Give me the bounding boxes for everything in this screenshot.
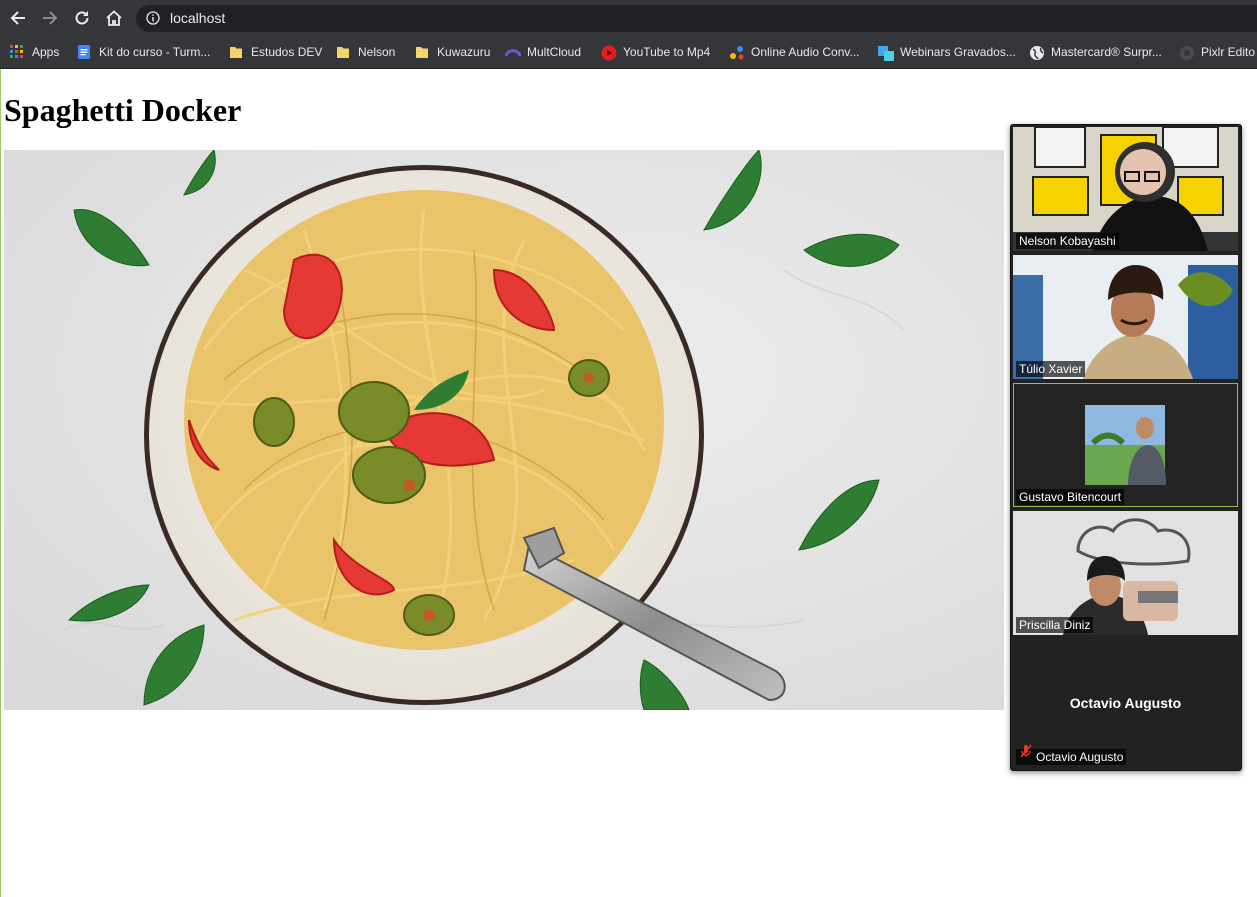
participant-tile[interactable]: Priscilla Diniz (1013, 511, 1238, 635)
multcloud-icon (504, 45, 522, 59)
home-icon[interactable] (104, 8, 124, 28)
bookmark-label: Nelson (358, 45, 396, 59)
bookmark-pixlr-editor[interactable]: Pixlr Edito (1179, 36, 1255, 68)
participant-tile[interactable]: Nelson Kobayashi (1013, 127, 1238, 251)
pixlr-icon (1179, 45, 1194, 60)
bookmark-estudos-dev[interactable]: Estudos DEV (229, 36, 322, 68)
url-text: localhost (170, 10, 226, 26)
bookmark-label: MultCloud (527, 45, 582, 59)
participant-name-label: Túlio Xavier (1016, 361, 1086, 377)
reload-icon[interactable] (72, 8, 92, 28)
bookmark-label: Apps (32, 45, 60, 59)
page-title: Spaghetti Docker (4, 92, 242, 128)
bookmark-label: Pixlr Edito (1201, 45, 1256, 59)
bookmark-label: Estudos DEV (251, 45, 323, 59)
google-docs-icon (77, 45, 91, 59)
bookmarks-bar: Apps Kit do curso - Turm... Estudos DEV … (0, 36, 1257, 69)
bookmark-mastercard[interactable]: Mastercard® Surpr... (1029, 36, 1162, 68)
bookmark-label: YouTube to Mp4 (623, 45, 711, 59)
microphone-muted-icon (1020, 744, 1032, 763)
bookmark-nelson[interactable]: Nelson (336, 36, 395, 68)
apps-grid-icon (10, 45, 24, 59)
video-call-panel[interactable]: Nelson Kobayashi Túlio Xavier Gustavo Bi… (1010, 124, 1242, 771)
address-bar[interactable]: localhost (136, 5, 1257, 32)
browser-toolbar: localhost (0, 0, 1257, 36)
youtube-converter-icon (601, 45, 617, 61)
folder-icon (336, 45, 350, 59)
webinar-icon (878, 45, 894, 61)
bookmark-kit-do-curso[interactable]: Kit do curso - Turm... (77, 36, 210, 68)
forward-arrow-icon[interactable] (40, 8, 60, 28)
participant-name-label: Gustavo Bitencourt (1016, 489, 1125, 505)
folder-icon (229, 45, 243, 59)
participant-name-label: Octavio Augusto (1016, 749, 1127, 765)
bookmark-multcloud[interactable]: MultCloud (504, 36, 582, 68)
bookmark-label: Kuwazuru (437, 45, 491, 59)
participant-tile-active-speaker[interactable]: Gustavo Bitencourt (1013, 383, 1238, 507)
bookmark-apps[interactable]: Apps (10, 36, 59, 68)
participant-tile[interactable]: Túlio Xavier (1013, 255, 1238, 379)
site-info-icon[interactable] (146, 11, 160, 30)
bookmark-youtube-to-mp4[interactable]: YouTube to Mp4 (601, 36, 710, 68)
participant-tile-video-off[interactable]: Octavio Augusto Octavio Augusto (1013, 639, 1238, 767)
participant-name-label: Priscilla Diniz (1016, 617, 1094, 633)
globe-icon (1029, 45, 1044, 60)
bookmark-label: Webinars Gravados... (900, 45, 1016, 59)
bookmark-webinars-gravados[interactable]: Webinars Gravados... (878, 36, 1016, 68)
bookmark-online-audio-conv[interactable]: Online Audio Conv... (729, 36, 860, 68)
spaghetti-plate-image (4, 150, 1004, 710)
bookmark-label: Online Audio Conv... (751, 45, 860, 59)
participant-display-name: Octavio Augusto (1069, 695, 1182, 711)
bookmark-label: Mastercard® Surpr... (1051, 45, 1162, 59)
audio-converter-icon (729, 45, 744, 60)
bookmark-label: Kit do curso - Turm... (99, 45, 211, 59)
bookmark-kuwazuru[interactable]: Kuwazuru (415, 36, 490, 68)
folder-icon (415, 45, 429, 59)
participant-name-label: Nelson Kobayashi (1016, 233, 1119, 249)
back-arrow-icon[interactable] (8, 8, 28, 28)
